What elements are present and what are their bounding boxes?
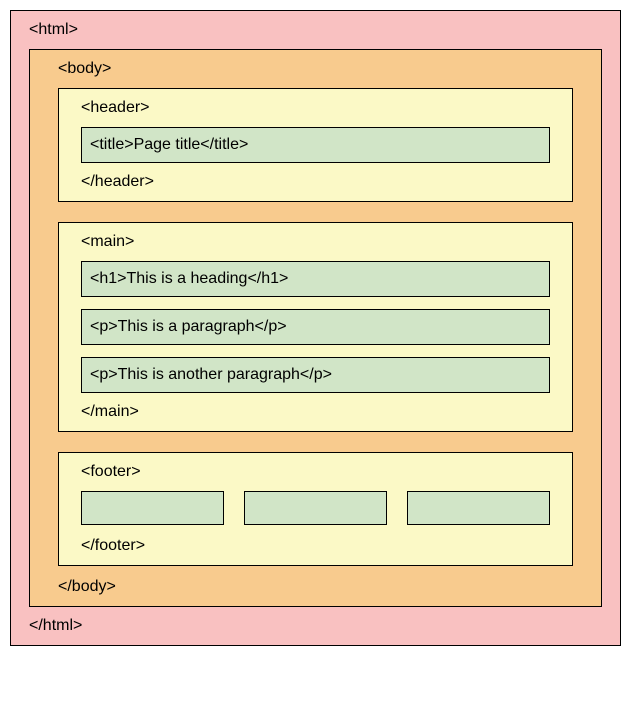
footer-cell-2 xyxy=(244,491,387,525)
h1-content: <h1>This is a heading</h1> xyxy=(90,270,288,287)
main-box: <main> <h1>This is a heading</h1> <p>Thi… xyxy=(58,222,573,432)
footer-cell-1 xyxy=(81,491,224,525)
title-content: <title>Page title</title> xyxy=(90,136,248,153)
footer-cell-3 xyxy=(407,491,550,525)
main-open-tag: <main> xyxy=(81,233,550,261)
footer-close-tag: </footer> xyxy=(81,527,550,555)
header-open-tag: <header> xyxy=(81,99,550,127)
html-open-tag: <html> xyxy=(29,19,602,49)
p1-content: <p>This is a paragraph</p> xyxy=(90,318,287,335)
main-close-tag: </main> xyxy=(81,393,550,421)
footer-box: <footer> </footer> xyxy=(58,452,573,566)
header-box: <header> <title>Page title</title> </hea… xyxy=(58,88,573,202)
title-box: <title>Page title</title> xyxy=(81,127,550,163)
html-close-tag: </html> xyxy=(29,611,602,635)
body-box: <body> <header> <title>Page title</title… xyxy=(29,49,602,607)
h1-box: <h1>This is a heading</h1> xyxy=(81,261,550,297)
footer-row xyxy=(81,491,550,527)
p2-box: <p>This is another paragraph</p> xyxy=(81,357,550,393)
body-open-tag: <body> xyxy=(58,58,573,88)
footer-open-tag: <footer> xyxy=(81,463,550,491)
html-box: <html> <body> <header> <title>Page title… xyxy=(10,10,621,646)
p1-box: <p>This is a paragraph</p> xyxy=(81,309,550,345)
body-close-tag: </body> xyxy=(58,570,573,596)
header-close-tag: </header> xyxy=(81,163,550,191)
p2-content: <p>This is another paragraph</p> xyxy=(90,366,332,383)
